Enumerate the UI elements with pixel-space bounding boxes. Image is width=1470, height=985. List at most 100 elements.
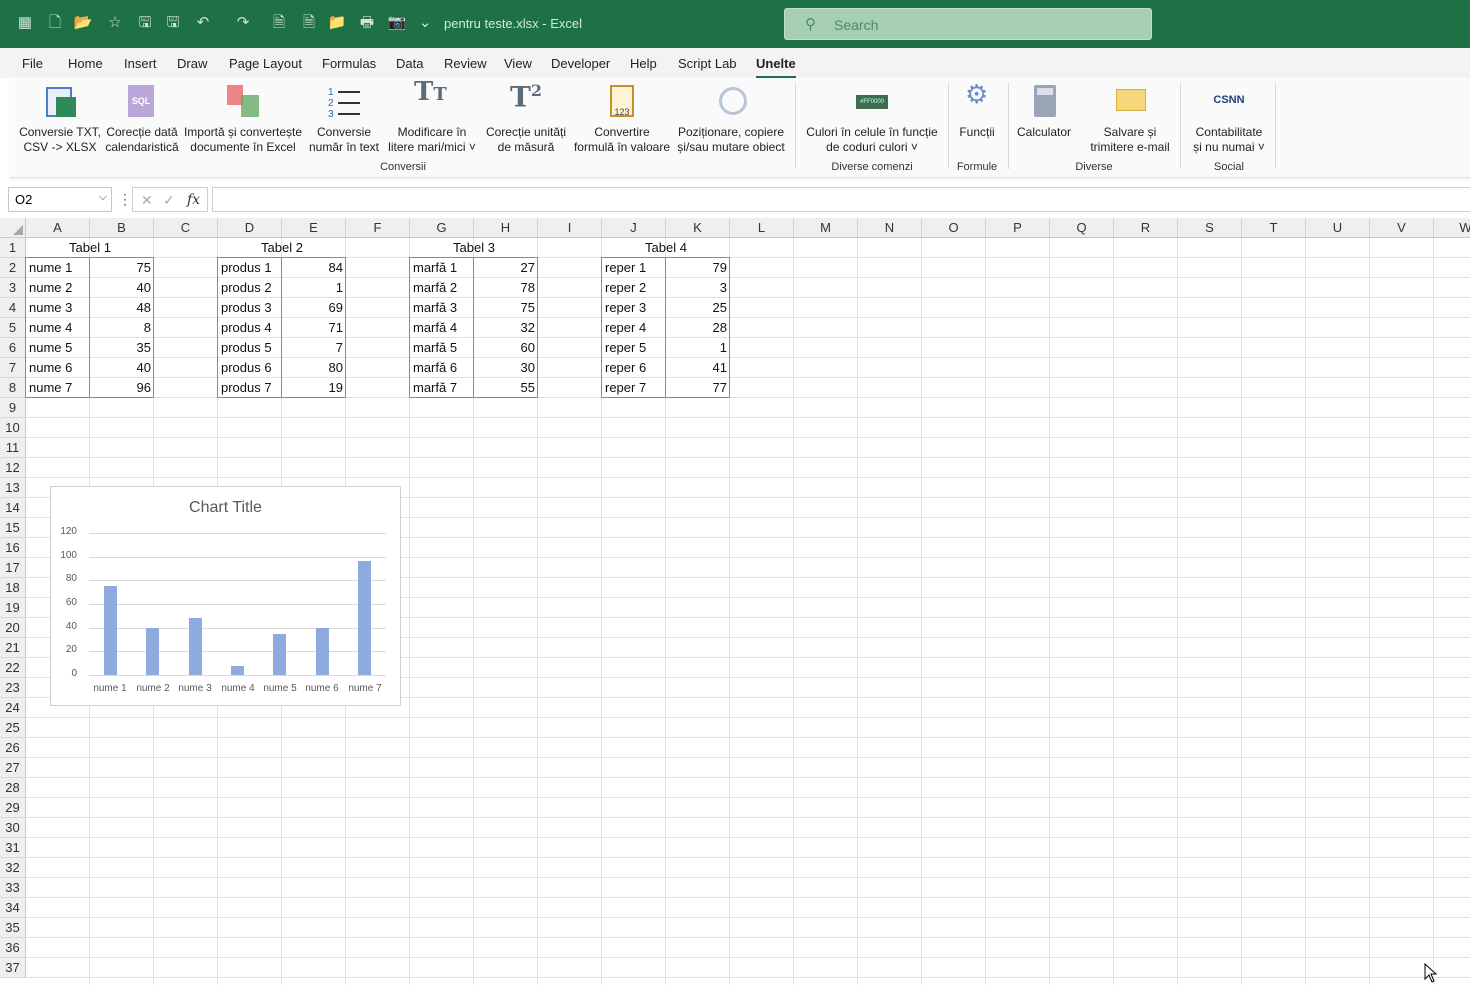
new-file-icon[interactable]: 🗋 bbox=[44, 12, 66, 34]
customize-icon[interactable]: ⌄ bbox=[414, 12, 436, 34]
row-header-13[interactable]: 13 bbox=[0, 478, 26, 498]
tab-developer[interactable]: Developer bbox=[551, 56, 610, 71]
tab-data[interactable]: Data bbox=[396, 56, 423, 71]
chart-bar[interactable] bbox=[273, 634, 286, 675]
column-header-S[interactable]: S bbox=[1178, 218, 1242, 238]
row-header-6[interactable]: 6 bbox=[0, 338, 26, 358]
excel-logo-icon[interactable]: ▦ bbox=[14, 12, 36, 34]
row-header-22[interactable]: 22 bbox=[0, 658, 26, 678]
row-header-19[interactable]: 19 bbox=[0, 598, 26, 618]
tab-insert[interactable]: Insert bbox=[124, 56, 157, 71]
tab-view[interactable]: View bbox=[504, 56, 532, 71]
row-header-25[interactable]: 25 bbox=[0, 718, 26, 738]
column-header-R[interactable]: R bbox=[1114, 218, 1178, 238]
ribbon-button-13[interactable]: CSNN Contabilitate și nu numai ˅ bbox=[1154, 83, 1304, 155]
undo-icon[interactable]: ↶ bbox=[192, 12, 214, 34]
row-header-1[interactable]: 1 bbox=[0, 238, 26, 258]
search-box[interactable]: ⚲ Search bbox=[784, 8, 1152, 40]
chevron-down-icon[interactable]: ⌵ bbox=[99, 191, 107, 204]
column-header-V[interactable]: V bbox=[1370, 218, 1434, 238]
row-header-24[interactable]: 24 bbox=[0, 698, 26, 718]
column-header-D[interactable]: D bbox=[218, 218, 282, 238]
column-header-A[interactable]: A bbox=[26, 218, 90, 238]
column-header-E[interactable]: E bbox=[282, 218, 346, 238]
row-header-37[interactable]: 37 bbox=[0, 958, 26, 978]
page-icon[interactable]: 🗎 bbox=[298, 12, 320, 34]
row-header-36[interactable]: 36 bbox=[0, 938, 26, 958]
worksheet-grid[interactable]: A B C D E F G H I J K L M N O P Q R S T U V W 1 2 3 4 5 6 7 8 9 10 11 12 13… bbox=[0, 218, 1470, 985]
column-header-F[interactable]: F bbox=[346, 218, 410, 238]
row-header-35[interactable]: 35 bbox=[0, 918, 26, 938]
row-header-14[interactable]: 14 bbox=[0, 498, 26, 518]
tab-help[interactable]: Help bbox=[630, 56, 657, 71]
chart-title[interactable]: Chart Title bbox=[51, 499, 400, 517]
tab-unelte[interactable]: Unelte bbox=[756, 56, 796, 78]
camera-icon[interactable]: 📷 bbox=[386, 12, 408, 34]
row-header-28[interactable]: 28 bbox=[0, 778, 26, 798]
insert-function-icon[interactable]: fx bbox=[187, 192, 200, 208]
row-header-11[interactable]: 11 bbox=[0, 438, 26, 458]
folder-icon[interactable]: 📁 bbox=[326, 12, 348, 34]
row-header-7[interactable]: 7 bbox=[0, 358, 26, 378]
column-header-U[interactable]: U bbox=[1306, 218, 1370, 238]
row-header-34[interactable]: 34 bbox=[0, 898, 26, 918]
column-header-I[interactable]: I bbox=[538, 218, 602, 238]
row-header-16[interactable]: 16 bbox=[0, 538, 26, 558]
row-header-8[interactable]: 8 bbox=[0, 378, 26, 398]
row-header-4[interactable]: 4 bbox=[0, 298, 26, 318]
save-as-icon[interactable]: 🖫 bbox=[162, 12, 184, 34]
column-header-W[interactable]: W bbox=[1434, 218, 1470, 238]
column-header-P[interactable]: P bbox=[986, 218, 1050, 238]
confirm-icon[interactable]: ✓ bbox=[163, 192, 175, 209]
row-header-12[interactable]: 12 bbox=[0, 458, 26, 478]
chart-bar[interactable] bbox=[104, 586, 117, 675]
tab-formulas[interactable]: Formulas bbox=[322, 56, 376, 71]
favorite-icon[interactable]: ☆ bbox=[104, 12, 126, 34]
column-header-K[interactable]: K bbox=[666, 218, 730, 238]
row-header-2[interactable]: 2 bbox=[0, 258, 26, 278]
page-icon[interactable]: 🗎 bbox=[268, 12, 290, 34]
row-header-32[interactable]: 32 bbox=[0, 858, 26, 878]
column-header-B[interactable]: B bbox=[90, 218, 154, 238]
tab-draw[interactable]: Draw bbox=[177, 56, 207, 71]
row-header-23[interactable]: 23 bbox=[0, 678, 26, 698]
row-header-20[interactable]: 20 bbox=[0, 618, 26, 638]
row-header-21[interactable]: 21 bbox=[0, 638, 26, 658]
more-options-icon[interactable]: ⋮ bbox=[118, 191, 132, 208]
column-header-J[interactable]: J bbox=[602, 218, 666, 238]
chart-bar[interactable] bbox=[146, 628, 159, 675]
column-header-T[interactable]: T bbox=[1242, 218, 1306, 238]
tab-page-layout[interactable]: Page Layout bbox=[229, 56, 302, 71]
save-icon[interactable]: 🖫 bbox=[134, 12, 156, 34]
chart-bar[interactable] bbox=[231, 666, 244, 675]
row-header-27[interactable]: 27 bbox=[0, 758, 26, 778]
row-header-30[interactable]: 30 bbox=[0, 818, 26, 838]
row-header-5[interactable]: 5 bbox=[0, 318, 26, 338]
chart-bar[interactable] bbox=[189, 618, 202, 675]
column-header-H[interactable]: H bbox=[474, 218, 538, 238]
print-icon[interactable]: 🖶 bbox=[356, 12, 378, 34]
row-header-15[interactable]: 15 bbox=[0, 518, 26, 538]
row-header-10[interactable]: 10 bbox=[0, 418, 26, 438]
select-all-corner[interactable] bbox=[0, 218, 26, 238]
column-header-N[interactable]: N bbox=[858, 218, 922, 238]
chart-bar[interactable] bbox=[316, 628, 329, 675]
tab-file[interactable]: File bbox=[22, 56, 43, 71]
name-box[interactable]: O2 ⌵ bbox=[8, 187, 112, 212]
row-header-17[interactable]: 17 bbox=[0, 558, 26, 578]
row-header-3[interactable]: 3 bbox=[0, 278, 26, 298]
column-header-M[interactable]: M bbox=[794, 218, 858, 238]
column-header-O[interactable]: O bbox=[922, 218, 986, 238]
column-header-C[interactable]: C bbox=[154, 218, 218, 238]
row-header-29[interactable]: 29 bbox=[0, 798, 26, 818]
tab-review[interactable]: Review bbox=[444, 56, 487, 71]
redo-icon[interactable]: ↷ bbox=[232, 12, 254, 34]
row-header-33[interactable]: 33 bbox=[0, 878, 26, 898]
tab-script-lab[interactable]: Script Lab bbox=[678, 56, 737, 71]
chart[interactable]: Chart Title 0 20 40 60 80 100 120 nume 1 nume 2 nu… bbox=[50, 486, 401, 706]
row-header-18[interactable]: 18 bbox=[0, 578, 26, 598]
cancel-icon[interactable]: ✕ bbox=[141, 192, 153, 209]
column-header-Q[interactable]: Q bbox=[1050, 218, 1114, 238]
row-header-31[interactable]: 31 bbox=[0, 838, 26, 858]
ribbon-button-8[interactable]: Poziționare, copiere și/sau mutare obiect bbox=[656, 83, 806, 155]
